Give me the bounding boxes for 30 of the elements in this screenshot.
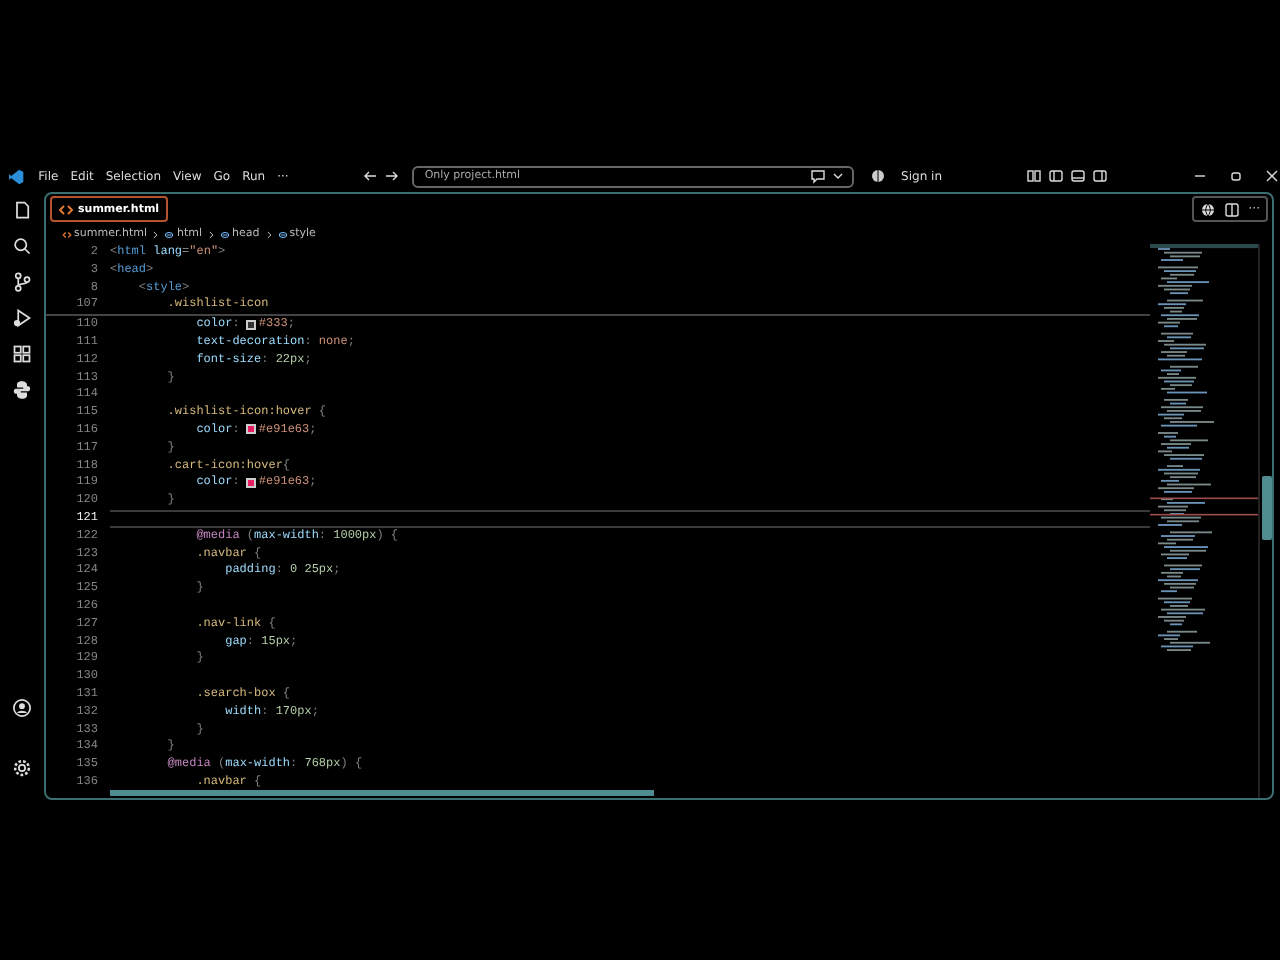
scrollbar-thumb[interactable] <box>1262 476 1272 540</box>
python-icon[interactable] <box>12 380 32 400</box>
panel-icon[interactable] <box>1070 168 1086 184</box>
chevron-right-icon <box>150 229 161 239</box>
sidebar-right-icon[interactable] <box>1092 168 1108 184</box>
layout-icon[interactable] <box>1026 168 1042 184</box>
files-icon[interactable] <box>12 200 32 220</box>
sidebar-icon[interactable] <box>1048 168 1064 184</box>
html-file-icon <box>58 201 74 217</box>
app-logo-icon <box>8 167 25 185</box>
globe-icon[interactable] <box>1200 201 1217 217</box>
chevron-down-icon[interactable] <box>829 168 846 184</box>
element-icon <box>164 229 175 239</box>
chevron-right-icon <box>263 229 274 239</box>
element-icon <box>277 229 288 239</box>
settings-icon[interactable] <box>12 758 32 778</box>
back-arrow-icon[interactable] <box>362 168 379 184</box>
split-editor-icon[interactable] <box>1224 201 1241 217</box>
element-icon <box>220 229 231 239</box>
horizontal-scrollbar-thumb[interactable] <box>110 790 654 796</box>
forward-arrow-icon[interactable] <box>384 168 401 184</box>
close-icon[interactable] <box>1264 168 1280 184</box>
chevron-right-icon <box>206 229 217 239</box>
search-icon[interactable] <box>12 236 32 256</box>
restore-icon[interactable] <box>1228 168 1244 184</box>
html-file-icon <box>62 229 72 239</box>
extensions-icon[interactable] <box>12 344 32 364</box>
source-control-icon[interactable] <box>12 272 32 292</box>
run-debug-icon[interactable] <box>12 308 32 328</box>
chat-icon[interactable] <box>809 168 826 184</box>
